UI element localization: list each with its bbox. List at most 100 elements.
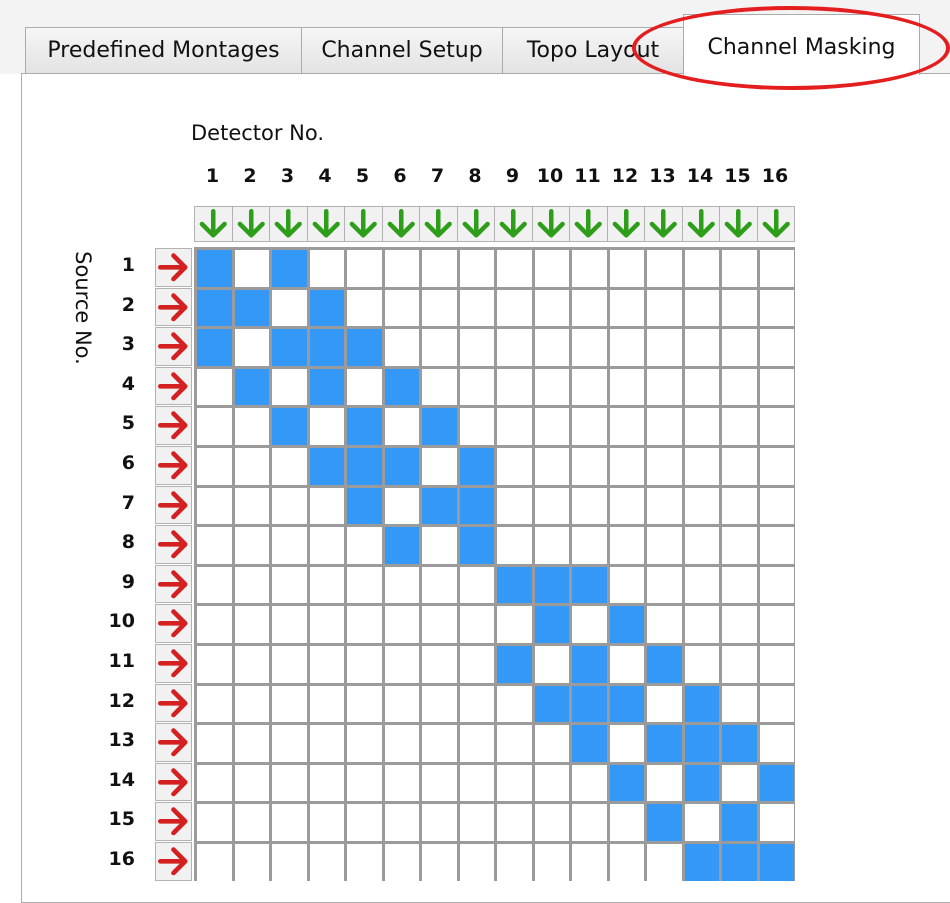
channel-cell[interactable] xyxy=(759,725,794,762)
channel-cell[interactable] xyxy=(534,448,569,485)
channel-cell[interactable] xyxy=(272,764,307,802)
channel-cell[interactable] xyxy=(759,448,794,485)
channel-cell[interactable] xyxy=(197,685,232,723)
channel-cell[interactable] xyxy=(234,764,269,802)
channel-cell[interactable] xyxy=(234,289,269,327)
channel-cell[interactable] xyxy=(384,487,419,525)
channel-cell[interactable] xyxy=(572,289,607,327)
channel-cell[interactable] xyxy=(459,566,494,604)
channel-cell[interactable] xyxy=(272,408,307,445)
channel-cell[interactable] xyxy=(759,764,794,802)
channel-cell[interactable] xyxy=(534,685,569,723)
channel-cell[interactable] xyxy=(422,646,457,683)
detector-toggle-button[interactable] xyxy=(456,206,495,242)
channel-cell[interactable] xyxy=(197,368,232,406)
channel-cell[interactable] xyxy=(459,289,494,327)
channel-cell[interactable] xyxy=(272,844,307,881)
channel-cell[interactable] xyxy=(422,844,457,881)
channel-cell[interactable] xyxy=(234,487,269,525)
channel-cell[interactable] xyxy=(684,368,719,406)
channel-cell[interactable] xyxy=(534,844,569,881)
channel-cell[interactable] xyxy=(309,527,344,564)
channel-cell[interactable] xyxy=(609,646,644,683)
source-toggle-button[interactable] xyxy=(155,406,192,445)
channel-cell[interactable] xyxy=(347,844,382,881)
channel-cell[interactable] xyxy=(272,527,307,564)
channel-cell[interactable] xyxy=(647,487,682,525)
channel-cell[interactable] xyxy=(197,448,232,485)
channel-cell[interactable] xyxy=(572,408,607,445)
channel-cell[interactable] xyxy=(609,606,644,643)
channel-cell[interactable] xyxy=(384,844,419,881)
channel-cell[interactable] xyxy=(497,685,532,723)
channel-cell[interactable] xyxy=(234,448,269,485)
channel-cell[interactable] xyxy=(459,527,494,564)
channel-cell[interactable] xyxy=(534,646,569,683)
channel-cell[interactable] xyxy=(722,764,757,802)
source-toggle-button[interactable] xyxy=(155,485,192,525)
channel-cell[interactable] xyxy=(309,606,344,643)
channel-cell[interactable] xyxy=(609,685,644,723)
channel-cell[interactable] xyxy=(459,804,494,841)
channel-cell[interactable] xyxy=(684,408,719,445)
channel-cell[interactable] xyxy=(384,408,419,445)
channel-cell[interactable] xyxy=(722,368,757,406)
channel-cell[interactable] xyxy=(347,329,382,366)
channel-cell[interactable] xyxy=(234,844,269,881)
channel-cell[interactable] xyxy=(459,487,494,525)
channel-cell[interactable] xyxy=(684,606,719,643)
source-toggle-button[interactable] xyxy=(155,248,192,287)
channel-cell[interactable] xyxy=(422,448,457,485)
channel-cell[interactable] xyxy=(459,685,494,723)
channel-cell[interactable] xyxy=(384,368,419,406)
channel-cell[interactable] xyxy=(684,289,719,327)
channel-cell[interactable] xyxy=(647,250,682,287)
channel-cell[interactable] xyxy=(384,725,419,762)
channel-cell[interactable] xyxy=(572,685,607,723)
channel-cell[interactable] xyxy=(347,764,382,802)
channel-cell[interactable] xyxy=(497,408,532,445)
channel-cell[interactable] xyxy=(759,487,794,525)
channel-cell[interactable] xyxy=(347,725,382,762)
detector-toggle-button[interactable] xyxy=(531,206,570,242)
detector-toggle-button[interactable] xyxy=(381,206,420,242)
detector-toggle-button[interactable] xyxy=(606,206,645,242)
channel-cell[interactable] xyxy=(384,685,419,723)
channel-cell[interactable] xyxy=(309,487,344,525)
channel-cell[interactable] xyxy=(497,487,532,525)
channel-cell[interactable] xyxy=(759,804,794,841)
detector-toggle-button[interactable] xyxy=(569,206,608,242)
channel-cell[interactable] xyxy=(197,646,232,683)
channel-cell[interactable] xyxy=(759,250,794,287)
channel-cell[interactable] xyxy=(459,448,494,485)
channel-cell[interactable] xyxy=(309,408,344,445)
channel-cell[interactable] xyxy=(647,764,682,802)
channel-cell[interactable] xyxy=(422,408,457,445)
detector-toggle-button[interactable] xyxy=(306,206,345,242)
channel-cell[interactable] xyxy=(572,764,607,802)
channel-cell[interactable] xyxy=(347,487,382,525)
source-toggle-button[interactable] xyxy=(155,287,192,327)
tab-channel-setup[interactable]: Channel Setup xyxy=(301,27,503,73)
channel-cell[interactable] xyxy=(309,844,344,881)
channel-cell[interactable] xyxy=(609,566,644,604)
detector-toggle-button[interactable] xyxy=(419,206,458,242)
channel-cell[interactable] xyxy=(384,448,419,485)
detector-toggle-button[interactable] xyxy=(644,206,683,242)
channel-cell[interactable] xyxy=(309,566,344,604)
channel-cell[interactable] xyxy=(534,368,569,406)
channel-cell[interactable] xyxy=(347,606,382,643)
channel-cell[interactable] xyxy=(609,764,644,802)
channel-cell[interactable] xyxy=(722,844,757,881)
detector-toggle-button[interactable] xyxy=(269,206,308,242)
channel-cell[interactable] xyxy=(422,606,457,643)
channel-cell[interactable] xyxy=(534,606,569,643)
channel-cell[interactable] xyxy=(197,408,232,445)
channel-cell[interactable] xyxy=(309,329,344,366)
channel-cell[interactable] xyxy=(459,408,494,445)
channel-cell[interactable] xyxy=(497,329,532,366)
channel-cell[interactable] xyxy=(722,250,757,287)
channel-cell[interactable] xyxy=(684,844,719,881)
channel-cell[interactable] xyxy=(422,527,457,564)
channel-cell[interactable] xyxy=(347,250,382,287)
